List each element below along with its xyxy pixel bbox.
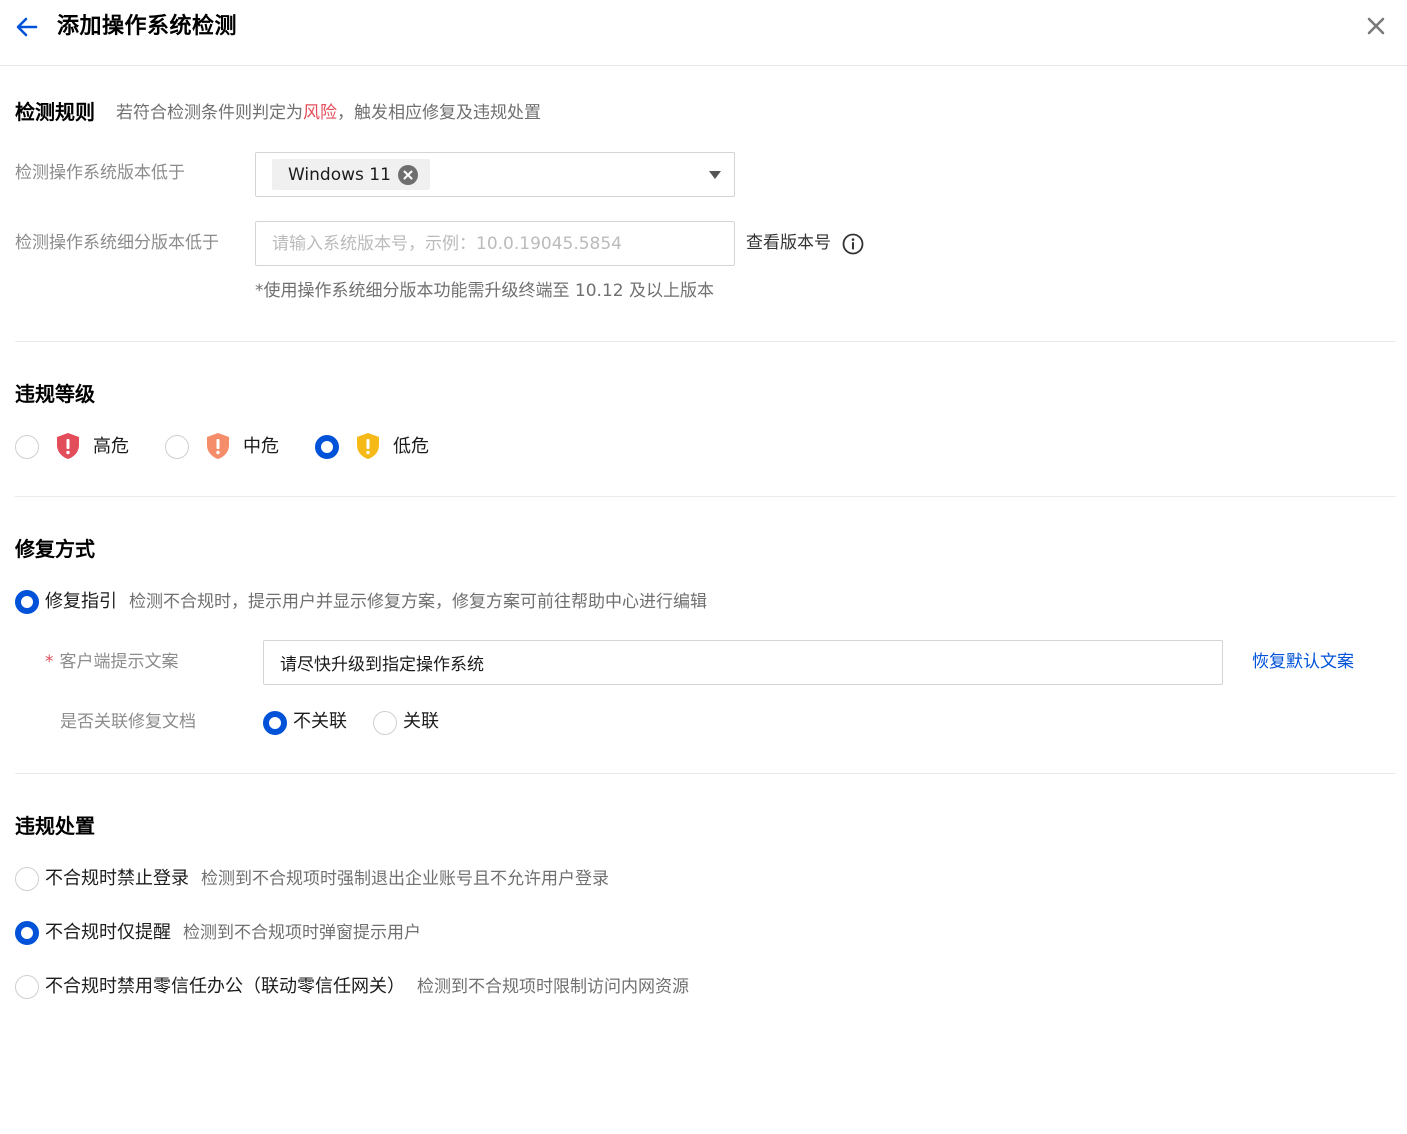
repair-guide-desc: 检测不合规时，提示用户并显示修复方案，修复方案可前往帮助中心进行编辑: [129, 592, 707, 612]
level-high-label: 高危: [93, 436, 129, 457]
action-block-login-label: 不合规时禁止登录: [45, 868, 189, 889]
action-section-title: 违规处置: [15, 814, 95, 838]
hint-label-row: * 客户端提示文案: [45, 650, 179, 674]
action-remind-radio[interactable]: [15, 921, 39, 945]
info-icon[interactable]: [842, 233, 864, 255]
rules-desc-after: ，触发相应修复及违规处置: [337, 103, 541, 123]
repair-guide-radio[interactable]: [15, 590, 39, 614]
action-disable-zt-radio[interactable]: [15, 975, 39, 999]
os-version-label: 检测操作系统版本低于: [15, 163, 185, 183]
action-block-login-radio[interactable]: [15, 867, 39, 891]
os-version-tag-label: Windows 11: [288, 164, 391, 185]
doc-linked-radio[interactable]: [373, 711, 397, 735]
rules-section-title: 检测规则: [15, 100, 95, 124]
action-disable-zt-desc: 检测到不合规项时限制访问内网资源: [417, 977, 689, 997]
upgrade-note: *使用操作系统细分版本功能需升级终端至 10.12 及以上版本: [255, 281, 714, 301]
action-disable-zt-label: 不合规时禁用零信任办公（联动零信任网关）: [45, 976, 405, 997]
doc-linked-label: 关联: [403, 711, 439, 732]
shield-alert-icon: [57, 433, 79, 459]
action-block-login-desc: 检测到不合规项时强制退出企业账号且不允许用户登录: [201, 869, 609, 889]
divider: [15, 496, 1396, 497]
rules-section-desc: 若符合检测条件则判定为风险，触发相应修复及违规处置: [116, 100, 541, 126]
rules-desc-before: 若符合检测条件则判定为: [116, 103, 303, 123]
divider: [15, 341, 1396, 342]
divider: [15, 773, 1396, 774]
level-section-title: 违规等级: [15, 382, 95, 406]
sub-version-label: 检测操作系统细分版本低于: [15, 233, 219, 253]
restore-default-link[interactable]: 恢复默认文案: [1252, 650, 1354, 674]
os-version-tag: Windows 11: [272, 159, 430, 190]
os-version-select[interactable]: Windows 11: [255, 152, 735, 197]
action-remind-label: 不合规时仅提醒: [45, 922, 171, 943]
rules-desc-risk: 风险: [303, 103, 337, 123]
level-medium-label: 中危: [243, 436, 279, 457]
view-version-link[interactable]: 查看版本号: [746, 231, 831, 255]
sub-version-input[interactable]: [255, 221, 735, 266]
tag-remove-icon[interactable]: [397, 164, 418, 185]
level-medium-radio[interactable]: [165, 435, 189, 459]
close-icon[interactable]: [1364, 14, 1388, 38]
action-remind-desc: 检测到不合规项时弹窗提示用户: [183, 923, 421, 943]
shield-alert-icon: [357, 433, 379, 459]
doc-unlinked-radio[interactable]: [263, 711, 287, 735]
hint-label: 客户端提示文案: [59, 652, 179, 672]
hint-text-input[interactable]: [263, 640, 1223, 685]
doc-unlinked-label: 不关联: [293, 711, 347, 732]
caret-down-icon: [709, 171, 721, 179]
page-title: 添加操作系统检测: [57, 14, 238, 39]
repair-guide-label: 修复指引: [45, 591, 117, 612]
shield-alert-icon: [207, 433, 229, 459]
level-low-radio[interactable]: [315, 435, 339, 459]
arrow-left-icon[interactable]: [14, 14, 40, 40]
level-low-label: 低危: [393, 436, 429, 457]
repair-section-title: 修复方式: [15, 537, 95, 561]
doc-label: 是否关联修复文档: [60, 712, 196, 732]
level-high-radio[interactable]: [15, 435, 39, 459]
required-mark: *: [45, 652, 54, 672]
drawer-header: 添加操作系统检测: [0, 0, 1407, 66]
